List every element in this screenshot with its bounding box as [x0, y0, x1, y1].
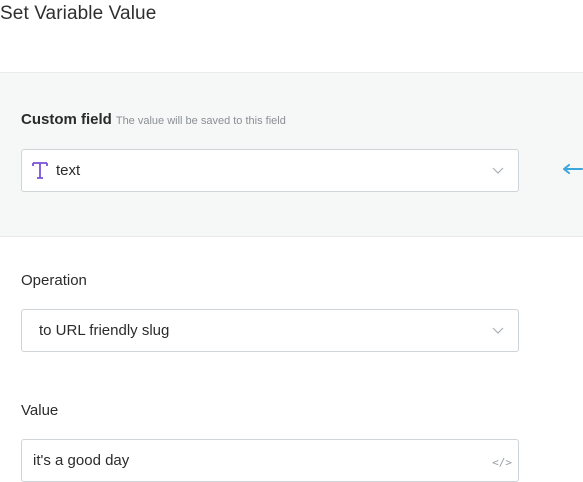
- value-label: Value: [21, 402, 59, 419]
- arrow-left-icon: [563, 164, 583, 174]
- chevron-down-icon: [492, 167, 504, 174]
- operation-selected-value: to URL friendly slug: [39, 322, 170, 339]
- chevron-down-icon: [492, 327, 504, 334]
- custom-field-label: Custom field: [21, 111, 112, 128]
- operation-label: Operation: [21, 272, 87, 289]
- text-type-icon: [32, 162, 48, 179]
- operation-select[interactable]: to URL friendly slug: [21, 309, 519, 352]
- custom-field-hint: The value will be saved to this field: [115, 115, 286, 127]
- custom-field-section: Custom field The value will be saved to t…: [0, 72, 583, 237]
- value-input[interactable]: it's a good day </>: [21, 439, 519, 482]
- custom-field-label-row: Custom field The value will be saved to t…: [21, 111, 286, 128]
- code-icon[interactable]: </>: [492, 456, 512, 469]
- dialog-title: Set Variable Value: [0, 3, 157, 24]
- custom-field-selected-value: text: [56, 162, 81, 179]
- value-input-text: it's a good day: [33, 452, 130, 469]
- custom-field-select[interactable]: text: [21, 149, 519, 192]
